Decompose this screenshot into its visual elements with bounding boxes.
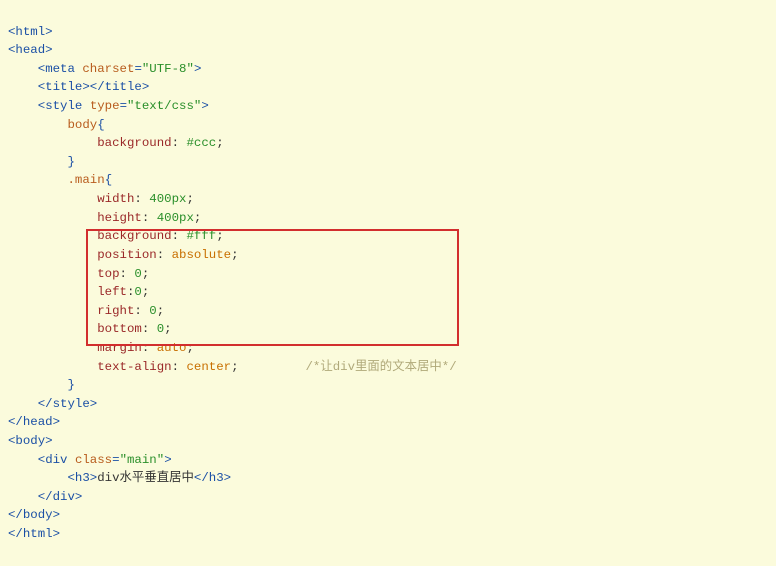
- code-line: text-align: center; /*让div里面的文本居中*/: [8, 360, 457, 374]
- code-line: </body>: [8, 508, 60, 522]
- code-line: left:0;: [8, 285, 149, 299]
- code-line: background: #fff;: [8, 229, 224, 243]
- code-line: height: 400px;: [8, 211, 201, 225]
- code-line: <style type="text/css">: [8, 99, 209, 113]
- code-line: <div class="main">: [8, 453, 172, 467]
- code-line: .main{: [8, 173, 112, 187]
- code-line: bottom: 0;: [8, 322, 172, 336]
- code-line: <meta charset="UTF-8">: [8, 62, 201, 76]
- code-line: </html>: [8, 527, 60, 541]
- code-line: <head>: [8, 43, 53, 57]
- code-line: </head>: [8, 415, 60, 429]
- code-line: position: absolute;: [8, 248, 239, 262]
- code-line: </style>: [8, 397, 97, 411]
- code-line: <title></title>: [8, 80, 149, 94]
- code-comment: /*让div里面的文本居中*/: [305, 360, 456, 374]
- code-block: <html> <head> <meta charset="UTF-8"> <ti…: [8, 4, 768, 562]
- code-line: background: #ccc;: [8, 136, 224, 150]
- code-line: </div>: [8, 490, 82, 504]
- code-line: top: 0;: [8, 267, 149, 281]
- code-line: <h3>div水平垂直居中</h3>: [8, 471, 231, 485]
- code-line: margin: auto;: [8, 341, 194, 355]
- code-line: }: [8, 378, 75, 392]
- code-line: <body>: [8, 434, 53, 448]
- code-line: }: [8, 155, 75, 169]
- code-line: <html>: [8, 25, 53, 39]
- code-line: right: 0;: [8, 304, 164, 318]
- code-line: width: 400px;: [8, 192, 194, 206]
- code-line: body{: [8, 118, 105, 132]
